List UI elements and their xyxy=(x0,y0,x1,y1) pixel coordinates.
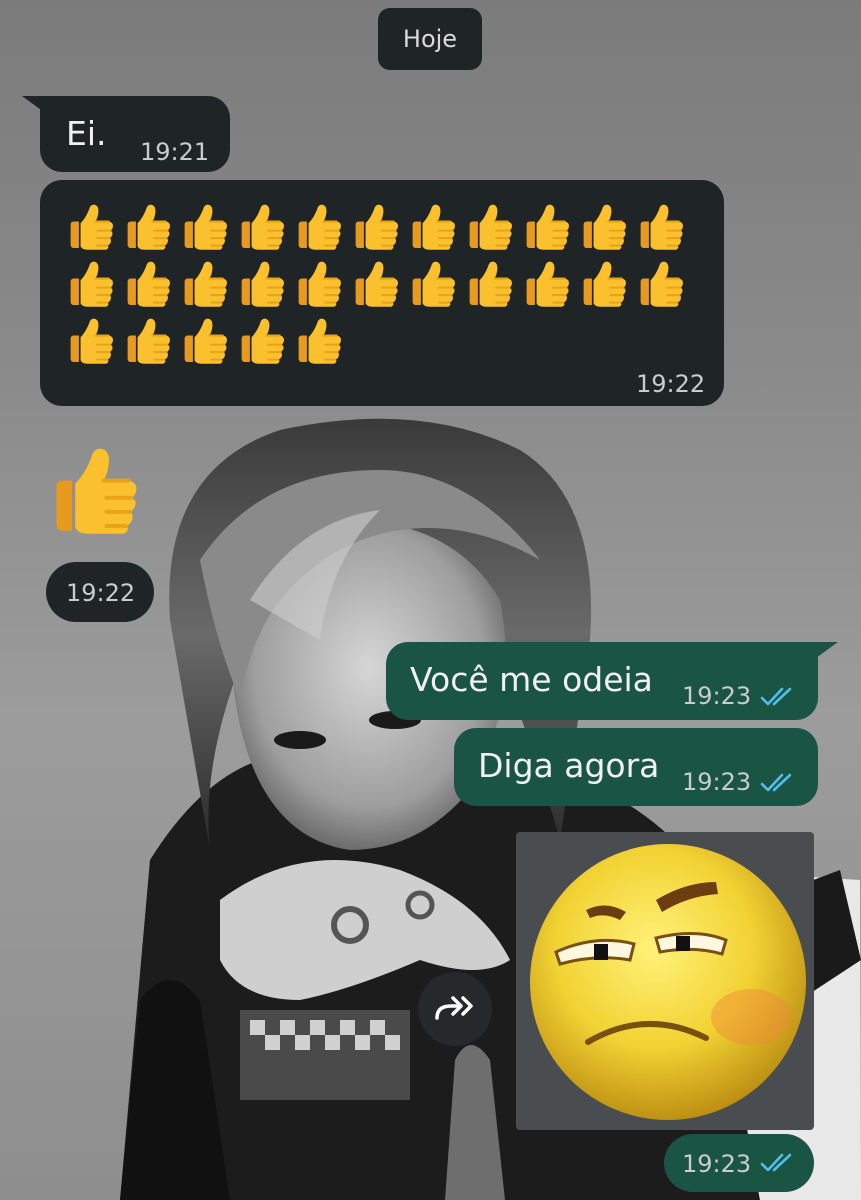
thumbs-up-emoji-large[interactable] xyxy=(44,440,144,540)
message-time: 19:23 xyxy=(682,1150,752,1178)
thumbs-up-emoji xyxy=(577,257,630,310)
thumbs-up-emoji xyxy=(406,200,459,253)
annoyed-face-sticker xyxy=(530,844,806,1120)
thumbs-up-emoji xyxy=(178,314,231,367)
read-double-check-icon xyxy=(760,687,792,706)
timestamp-pill: 19:23 xyxy=(664,1134,814,1192)
message-time: 19:23 xyxy=(682,682,752,710)
sticker-message[interactable] xyxy=(516,832,814,1130)
thumbs-up-emoji xyxy=(520,257,573,310)
forward-arrow-icon xyxy=(435,996,473,1020)
thumbs-up-emoji xyxy=(463,257,516,310)
message-text: Você me odeia xyxy=(410,660,653,699)
thumbs-up-emoji xyxy=(64,200,117,253)
bubble-tail xyxy=(22,96,44,112)
thumbs-up-emoji xyxy=(235,200,288,253)
message-text: Diga agora xyxy=(478,746,660,785)
thumbs-up-emoji xyxy=(235,257,288,310)
thumbs-up-emoji xyxy=(292,257,345,310)
thumbs-up-emoji xyxy=(121,314,174,367)
bubble-tail xyxy=(816,642,838,658)
thumbs-up-emoji xyxy=(634,200,687,253)
outgoing-message[interactable]: Diga agora 19:23 xyxy=(454,728,818,806)
thumbs-up-emoji xyxy=(121,200,174,253)
message-time: 19:22 xyxy=(66,579,136,607)
thumbs-up-emoji xyxy=(64,257,117,310)
thumbs-up-emoji xyxy=(292,200,345,253)
read-double-check-icon xyxy=(760,1153,792,1172)
read-double-check-icon xyxy=(760,773,792,792)
thumbs-up-emoji xyxy=(235,314,288,367)
thumbs-up-emoji xyxy=(178,200,231,253)
thumbs-up-emoji xyxy=(349,257,402,310)
thumbs-up-emoji xyxy=(634,257,687,310)
thumbs-up-emoji xyxy=(178,257,231,310)
thumbs-up-emoji xyxy=(121,257,174,310)
incoming-message[interactable]: Ei. 19:21 xyxy=(40,96,230,172)
timestamp-pill: 19:22 xyxy=(46,562,154,622)
outgoing-message[interactable]: Você me odeia 19:23 xyxy=(386,642,818,720)
thumbs-up-emoji xyxy=(520,200,573,253)
message-text: Ei. xyxy=(66,114,107,153)
thumbs-up-emoji xyxy=(64,314,117,367)
thumbs-up-emoji-grid xyxy=(64,200,704,367)
thumbs-up-emoji xyxy=(577,200,630,253)
date-separator: Hoje xyxy=(378,8,482,70)
thumbs-up-emoji xyxy=(292,314,345,367)
thumbs-up-emoji xyxy=(406,257,459,310)
message-time: 19:22 xyxy=(636,370,706,398)
thumbs-up-emoji xyxy=(349,200,402,253)
thumbs-up-emoji xyxy=(463,200,516,253)
forward-button[interactable] xyxy=(418,972,492,1046)
message-time: 19:23 xyxy=(682,768,752,796)
message-time: 19:21 xyxy=(140,138,210,166)
